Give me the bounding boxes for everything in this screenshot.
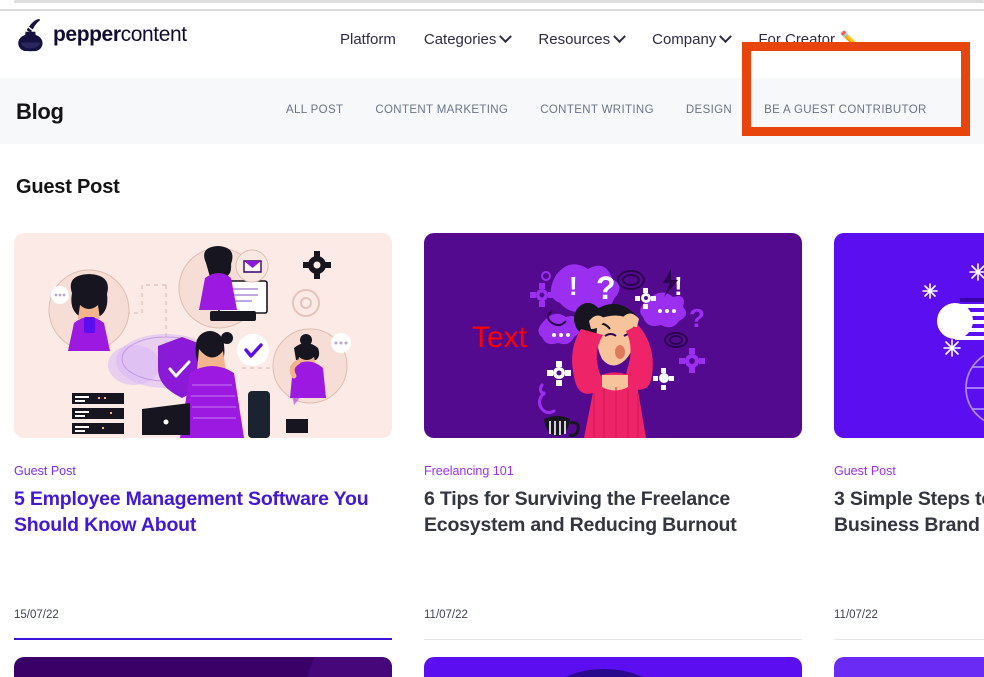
- post-card-divider: [14, 638, 392, 640]
- marketable-brand-illustration: [834, 233, 984, 438]
- tab-design[interactable]: DESIGN: [686, 104, 732, 116]
- tab-be-a-guest-contributor[interactable]: BE A GUEST CONTRIBUTOR: [764, 104, 927, 116]
- post-card-title[interactable]: 6 Tips for Surviving the Freelance Ecosy…: [424, 487, 802, 539]
- post-card[interactable]: ? ? ! ! !: [424, 233, 802, 654]
- section-title: Guest Post: [16, 176, 120, 198]
- post-card-image[interactable]: [424, 657, 802, 677]
- pencil-icon: ✏️: [840, 31, 859, 48]
- post-card[interactable]: Guest Post 5 Employee Management Softwar…: [14, 233, 392, 654]
- post-card-date: 11/07/22: [834, 609, 878, 621]
- nav-item-for-creator-label: For Creator: [758, 30, 835, 48]
- nav-item-resources-label: Resources: [538, 30, 611, 48]
- post-card[interactable]: [14, 657, 392, 677]
- browser-toolbar-divider: [0, 9, 984, 11]
- post-card-body: Guest Post 5 Employee Management Softwar…: [14, 464, 392, 654]
- nav-item-categories[interactable]: Categories: [423, 29, 513, 48]
- card-row2-violet-2: [834, 657, 984, 677]
- browser-chrome-strip: [0, 0, 984, 12]
- tab-content-writing[interactable]: CONTENT WRITING: [540, 104, 654, 116]
- nav-item-platform-label: Platform: [340, 30, 396, 48]
- post-card-body: Freelancing 101 6 Tips for Surviving the…: [424, 464, 802, 654]
- svg-text:?: ?: [689, 303, 705, 333]
- nav-item-resources[interactable]: Resources: [538, 29, 626, 48]
- page-root: peppercontent Platform Categories Resour…: [0, 0, 984, 677]
- nav-item-platform[interactable]: Platform: [340, 31, 396, 48]
- browser-tab-strip: [14, 0, 984, 3]
- post-card-divider: [834, 639, 984, 640]
- post-card-title[interactable]: 5 Employee Management Software You Shoul…: [14, 487, 392, 539]
- tab-content-marketing[interactable]: CONTENT MARKETING: [375, 104, 508, 116]
- nav-item-company[interactable]: Company: [652, 29, 733, 48]
- post-card-image[interactable]: [14, 233, 392, 438]
- card-row2-dark-purple: [14, 657, 392, 677]
- post-card-divider: [424, 639, 802, 640]
- nav-item-for-creator[interactable]: For Creator ✏️: [758, 30, 859, 49]
- post-card-grid-row2: [14, 657, 984, 677]
- post-card-grid: Guest Post 5 Employee Management Softwar…: [14, 233, 984, 654]
- post-card-image[interactable]: ? ? ! ! !: [424, 233, 802, 438]
- post-card-category[interactable]: Freelancing 101: [424, 464, 802, 478]
- post-card[interactable]: Guest Post 3 Simple Steps to Build a Mar…: [834, 233, 984, 654]
- post-card-category[interactable]: Guest Post: [834, 464, 984, 478]
- chevron-down-icon: [719, 29, 733, 43]
- tab-all-post[interactable]: ALL POST: [286, 104, 343, 116]
- card-row2-violet: [424, 657, 802, 677]
- site-logo[interactable]: peppercontent: [16, 18, 187, 52]
- post-card-image[interactable]: [834, 657, 984, 677]
- logo-text-bold: pepper: [53, 23, 121, 46]
- post-card-image[interactable]: [834, 233, 984, 438]
- chevron-down-icon: [499, 29, 513, 43]
- site-logo-text: peppercontent: [53, 23, 187, 47]
- svg-text:?: ?: [596, 270, 616, 306]
- svg-text:!: !: [569, 271, 578, 301]
- image-overlay-text: Text: [472, 321, 528, 354]
- post-card-image[interactable]: [14, 657, 392, 677]
- post-card[interactable]: [424, 657, 802, 677]
- nav-item-company-label: Company: [652, 30, 717, 48]
- freelance-burnout-illustration: ? ? ! ! !: [424, 233, 802, 438]
- blog-category-tabs: ALL POST CONTENT MARKETING CONTENT WRITI…: [286, 104, 927, 116]
- inkwell-quill-icon: [18, 19, 43, 52]
- page-title: Blog: [16, 99, 64, 124]
- employee-management-illustration: [14, 233, 392, 438]
- top-nav-links: Platform Categories Resources Company Fo…: [340, 29, 859, 49]
- logo-text-light: content: [120, 23, 187, 46]
- nav-item-categories-label: Categories: [423, 30, 497, 48]
- post-card[interactable]: [834, 657, 984, 677]
- post-card-body: Guest Post 3 Simple Steps to Build a Mar…: [834, 464, 984, 654]
- post-card-date: 11/07/22: [424, 609, 468, 621]
- post-card-category[interactable]: Guest Post: [14, 464, 392, 478]
- svg-text:!: !: [674, 271, 683, 301]
- post-card-date: 15/07/22: [14, 609, 59, 621]
- post-card-title[interactable]: 3 Simple Steps to Build a Marketable Bus…: [834, 487, 984, 539]
- chevron-down-icon: [613, 29, 626, 43]
